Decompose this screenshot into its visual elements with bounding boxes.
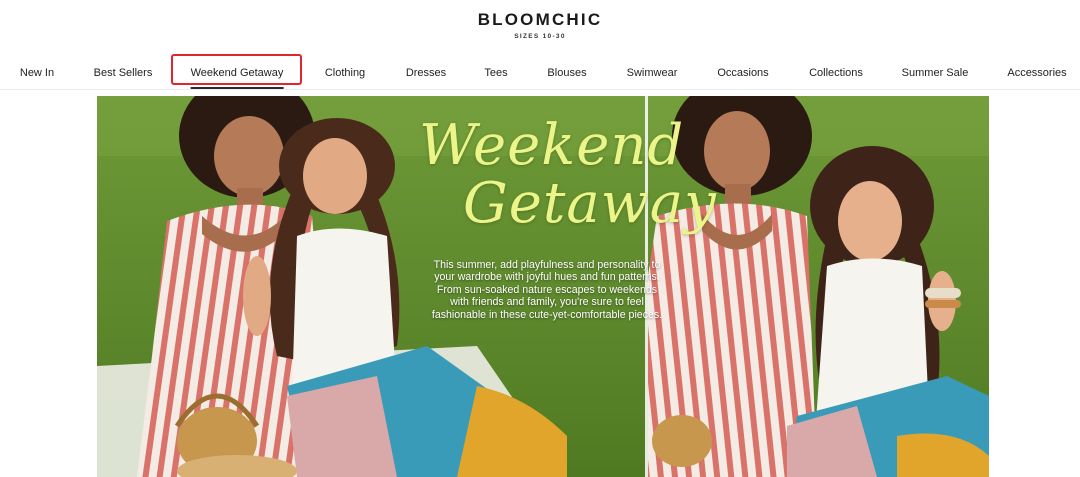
banner-title-line2: Getaway — [463, 171, 717, 236]
banner-title-line1: Weekend — [419, 113, 685, 178]
nav-item-accessories[interactable]: Accessories — [1007, 59, 1066, 89]
nav-item-collections[interactable]: Collections — [809, 59, 863, 89]
nav-item-new-in[interactable]: New In — [20, 59, 54, 89]
hero-banner[interactable]: Weekend Getaway This summer, add playful… — [97, 96, 989, 477]
brand-logo[interactable]: BLOOMCHIC — [0, 10, 1080, 30]
banner-description: This summer, add playfulness and persona… — [431, 259, 663, 321]
nav-item-dresses[interactable]: Dresses — [406, 59, 446, 89]
nav-item-blouses[interactable]: Blouses — [547, 59, 586, 89]
main-navigation: New In Best Sellers Weekend Getaway Clot… — [0, 59, 1080, 90]
brand-tagline: SIZES 10-30 — [514, 33, 566, 40]
nav-item-weekend-getaway[interactable]: Weekend Getaway — [190, 59, 283, 89]
nav-item-clothing[interactable]: Clothing — [325, 59, 365, 89]
nav-item-tees[interactable]: Tees — [484, 59, 507, 89]
nav-item-best-sellers[interactable]: Best Sellers — [94, 59, 153, 89]
nav-item-occasions[interactable]: Occasions — [717, 59, 768, 89]
banner-title: Weekend Getaway — [419, 113, 717, 236]
site-header: BLOOMCHIC SIZES 10-30 — [0, 10, 1080, 40]
nav-item-summer-sale[interactable]: Summer Sale — [902, 59, 969, 89]
nav-item-swimwear[interactable]: Swimwear — [627, 59, 678, 89]
